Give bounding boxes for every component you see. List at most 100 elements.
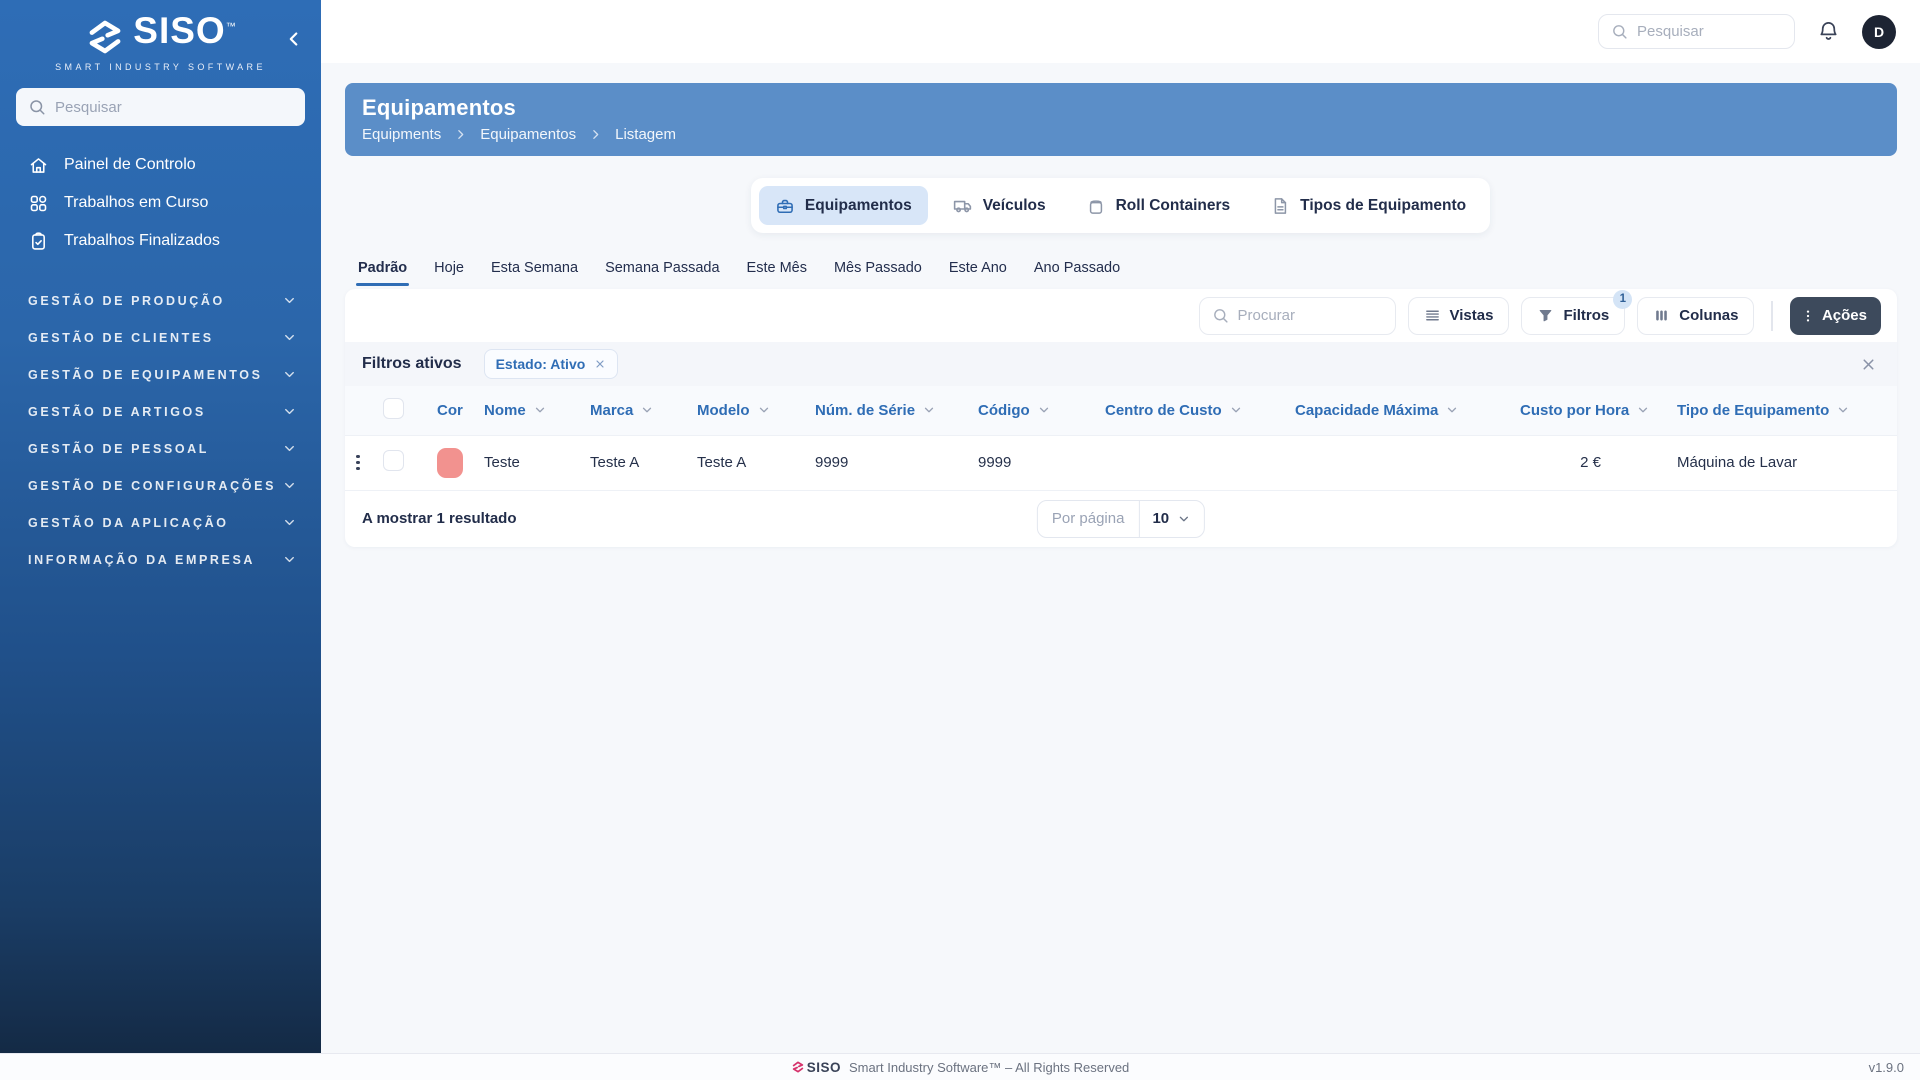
tab-veiculos[interactable]: Veículos <box>936 186 1062 225</box>
sidebar-section-gestao-de-producao[interactable]: GESTÃO DE PRODUÇÃO <box>0 282 321 319</box>
sort-chevron-icon <box>1039 407 1048 413</box>
filtros-button[interactable]: Filtros 1 <box>1521 289 1633 335</box>
sidebar-item-painel-de-controlo[interactable]: Painel de Controlo <box>0 146 321 184</box>
sidebar-section-gestao-de-artigos[interactable]: GESTÃO DE ARTIGOS <box>0 393 321 430</box>
list-lines-icon <box>1424 307 1441 324</box>
column-header-num-serie[interactable]: Núm. de Série <box>815 402 936 419</box>
list-toolbar: Vistas Filtros 1 Colunas Ações <box>345 289 1897 342</box>
period-tab-ano-passado[interactable]: Ano Passado <box>1034 260 1120 286</box>
breadcrumb-item[interactable]: Equipamentos <box>480 126 576 143</box>
sidebar-section-informacao-da-empresa[interactable]: INFORMAÇÃO DA EMPRESA <box>0 541 321 578</box>
sidebar-section-gestao-de-equipamentos[interactable]: GESTÃO DE EQUIPAMENTOS <box>0 356 321 393</box>
period-tabs: Padrão Hoje Esta Semana Semana Passada E… <box>355 260 1920 286</box>
breadcrumb: Equipments Equipamentos Listagem <box>362 126 1897 143</box>
active-filters-label: Filtros ativos <box>362 355 462 372</box>
siso-logo-icon <box>84 16 126 58</box>
equipment-table: Cor Nome Marca Modelo Núm. de Série Códi… <box>345 386 1897 491</box>
table-search[interactable] <box>1198 296 1396 335</box>
sort-chevron-icon <box>924 407 934 413</box>
toolbox-icon <box>775 196 795 216</box>
sort-chevron-icon <box>1839 407 1848 413</box>
column-header-custo-hora[interactable]: Custo por Hora <box>1520 402 1650 419</box>
page-header-banner: Equipamentos Equipments Equipamentos Lis… <box>345 83 1897 156</box>
chevron-down-icon <box>282 552 297 567</box>
sidebar-section-gestao-de-pessoal[interactable]: GESTÃO DE PESSOAL <box>0 430 321 467</box>
main-area: D Equipamentos Equipments Equipamentos L… <box>321 0 1920 1053</box>
siso-logo-icon <box>792 1061 803 1073</box>
period-tab-mes-passado[interactable]: Mês Passado <box>834 260 922 286</box>
sidebar-logo: SISO™ SMART INDUSTRY SOFTWARE <box>0 0 321 72</box>
sidebar-search-input[interactable] <box>55 98 293 116</box>
brand-text: SISO™ <box>133 10 237 51</box>
sidebar-section-gestao-de-clientes[interactable]: GESTÃO DE CLIENTES <box>0 319 321 356</box>
column-header-codigo[interactable]: Código <box>978 402 1051 419</box>
period-tab-semana-passada[interactable]: Semana Passada <box>605 260 719 286</box>
sidebar-item-label: Painel de Controlo <box>64 156 196 173</box>
cell-marca: Teste A <box>590 454 640 471</box>
sidebar-item-label: Trabalhos em Curso <box>64 194 209 211</box>
table-search-input[interactable] <box>1237 307 1383 324</box>
chevron-down-icon <box>282 293 297 308</box>
sidebar-item-trabalhos-em-curso[interactable]: Trabalhos em Curso <box>0 184 321 222</box>
column-header-capacidade-maxima[interactable]: Capacidade Máxima <box>1295 402 1459 419</box>
document-icon <box>1270 196 1290 216</box>
tab-tipos-de-equipamento[interactable]: Tipos de Equipamento <box>1254 186 1482 225</box>
chevron-right-icon <box>589 128 602 141</box>
tab-roll-containers[interactable]: Roll Containers <box>1070 186 1247 225</box>
row-checkbox[interactable] <box>383 450 404 471</box>
tab-equipamentos[interactable]: Equipamentos <box>758 186 928 225</box>
chevron-down-icon <box>1179 516 1189 521</box>
colunas-button[interactable]: Colunas <box>1637 296 1755 335</box>
filter-chip-estado-ativo[interactable]: Estado: Ativo <box>483 349 619 379</box>
acoes-button[interactable]: Ações <box>1789 296 1881 335</box>
avatar[interactable]: D <box>1862 14 1896 49</box>
active-filters-row: Filtros ativos Estado: Ativo <box>345 342 1897 386</box>
column-header-modelo[interactable]: Modelo <box>697 402 771 419</box>
breadcrumb-item[interactable]: Listagem <box>615 126 676 143</box>
topbar-search[interactable] <box>1598 14 1795 49</box>
grid-icon <box>28 193 49 214</box>
row-menu-icon[interactable] <box>351 454 365 471</box>
sidebar-search[interactable] <box>16 88 305 126</box>
column-header-nome[interactable]: Nome <box>484 402 547 419</box>
footer-logo: SISO <box>791 1060 841 1075</box>
vistas-button[interactable]: Vistas <box>1407 296 1510 335</box>
sidebar-section-gestao-de-configuracoes[interactable]: GESTÃO DE CONFIGURAÇÕES <box>0 467 321 504</box>
chip-close-icon[interactable] <box>594 358 606 370</box>
select-all-checkbox[interactable] <box>383 397 404 419</box>
topbar-search-input[interactable] <box>1637 23 1782 40</box>
period-tab-este-mes[interactable]: Este Mês <box>747 260 807 286</box>
column-header-marca[interactable]: Marca <box>590 402 654 419</box>
sidebar-collapse-icon[interactable] <box>283 28 305 50</box>
period-tab-padrao[interactable]: Padrão <box>355 260 410 286</box>
sort-chevron-icon <box>643 407 652 413</box>
topbar: D <box>321 0 1920 63</box>
sidebar-section-gestao-da-aplicacao[interactable]: GESTÃO DA APLICAÇÃO <box>0 504 321 541</box>
column-header-centro-custo[interactable]: Centro de Custo <box>1105 402 1243 419</box>
container-icon <box>1086 196 1106 216</box>
tab-label: Tipos de Equipamento <box>1300 196 1467 214</box>
period-tab-este-ano[interactable]: Este Ano <box>949 260 1007 286</box>
tab-label: Roll Containers <box>1115 196 1231 214</box>
chevron-down-icon <box>282 441 297 456</box>
period-tab-esta-semana[interactable]: Esta Semana <box>491 260 578 286</box>
sort-chevron-icon <box>1639 407 1648 413</box>
sidebar: SISO™ SMART INDUSTRY SOFTWARE Painel de … <box>0 0 321 1053</box>
toolbar-divider <box>1771 300 1773 331</box>
per-page-select[interactable]: Por página 10 <box>1036 499 1206 538</box>
bell-icon[interactable] <box>1817 20 1840 43</box>
close-icon[interactable] <box>1860 356 1877 373</box>
brand-tagline: SMART INDUSTRY SOFTWARE <box>55 62 266 72</box>
column-header-cor: Cor <box>437 401 463 419</box>
app-footer: SISO Smart Industry Software™ – All Righ… <box>0 1053 1920 1080</box>
cell-tipo-equipamento: Máquina de Lavar <box>1677 454 1798 471</box>
table-row[interactable]: Teste Teste A Teste A 9999 9999 2 € Máqu… <box>345 435 1897 490</box>
sidebar-item-trabalhos-finalizados[interactable]: Trabalhos Finalizados <box>0 222 321 260</box>
period-tab-hoje[interactable]: Hoje <box>434 260 464 286</box>
chevron-down-icon <box>282 330 297 345</box>
clipboard-check-icon <box>28 231 49 252</box>
breadcrumb-item[interactable]: Equipments <box>362 126 441 143</box>
column-header-tipo-equipamento[interactable]: Tipo de Equipamento <box>1677 402 1850 419</box>
per-page-value: 10 <box>1152 510 1170 527</box>
van-icon <box>952 195 973 216</box>
